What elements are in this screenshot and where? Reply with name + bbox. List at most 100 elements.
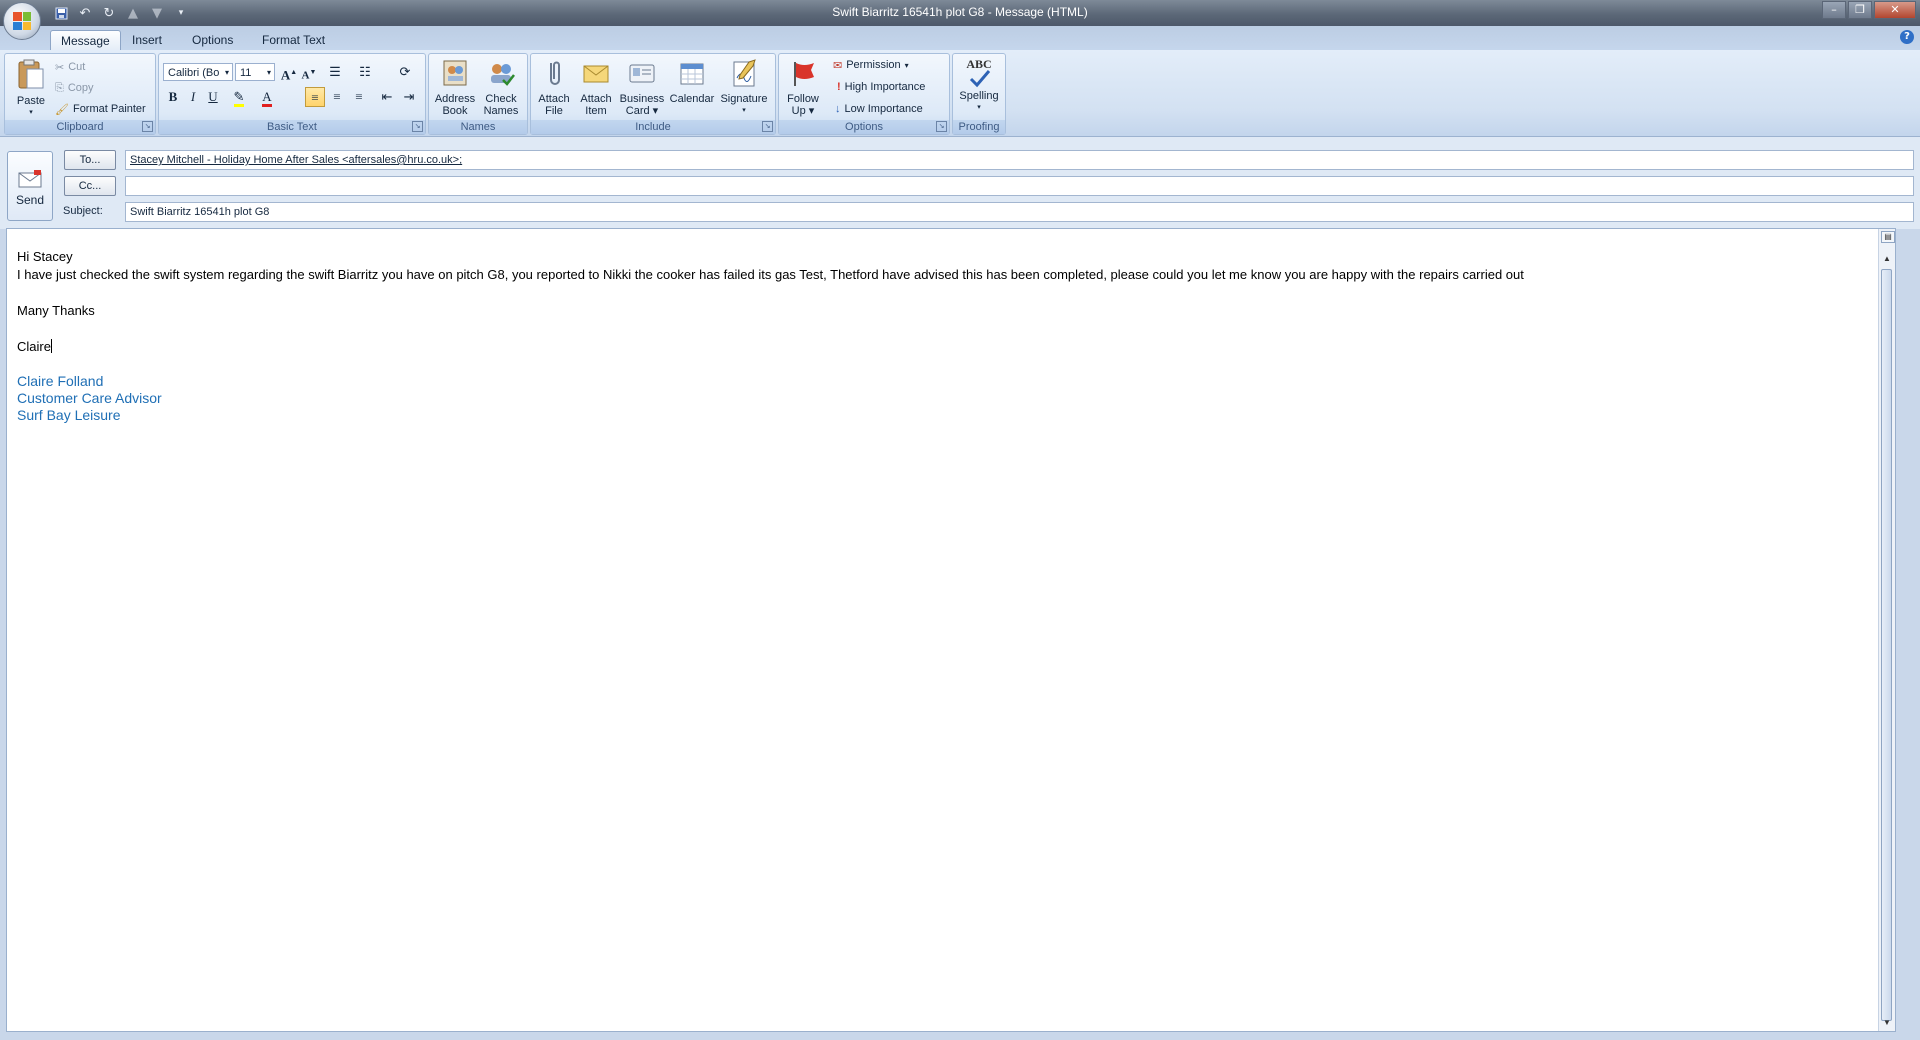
attach-item-button[interactable]: Attach Item bbox=[575, 58, 617, 117]
scroll-up-icon[interactable]: ▲ bbox=[1881, 253, 1893, 265]
include-group-label: Include bbox=[531, 120, 775, 134]
clipboard-dialog-launcher[interactable]: ↘ bbox=[142, 121, 153, 132]
office-logo-icon bbox=[13, 12, 31, 30]
basic-text-group: Calibri (Bo ▾ 11 ▾ A▲ A▼ ☰ ☷ ⟳ B I U ✎ A… bbox=[158, 53, 426, 135]
align-center-button[interactable]: ≡ bbox=[327, 87, 347, 107]
numbered-list-icon: ☷ bbox=[359, 64, 371, 79]
sign-off-line: Claire bbox=[17, 339, 52, 354]
down-arrow-icon: ↓ bbox=[835, 103, 841, 115]
signature-icon bbox=[733, 59, 756, 87]
greeting-text: Hi Stacey bbox=[17, 249, 73, 264]
copy-button[interactable]: ⎘ Copy bbox=[55, 79, 94, 97]
red-flag-icon bbox=[794, 62, 814, 86]
attach-file-button[interactable]: Attach File bbox=[533, 58, 575, 117]
shrink-font-button[interactable]: A▼ bbox=[299, 62, 319, 82]
align-right-button[interactable]: ≡ bbox=[349, 87, 369, 107]
align-left-button[interactable]: ≡ bbox=[305, 87, 325, 107]
check-names-icon bbox=[491, 64, 515, 86]
align-right-icon: ≡ bbox=[355, 89, 363, 104]
styles-icon: ⟳ bbox=[399, 64, 411, 79]
increase-indent-icon: ⇥ bbox=[403, 89, 415, 104]
proofing-group: ABC Spelling ▾ Proofing bbox=[952, 53, 1006, 135]
address-book-icon bbox=[443, 60, 467, 86]
send-button[interactable]: Send bbox=[7, 151, 53, 221]
scrollbar-thumb[interactable] bbox=[1881, 269, 1892, 1021]
options-group: Follow Up ▾ ✉ Permission ▾ ! High Import… bbox=[778, 53, 950, 135]
calendar-icon bbox=[680, 63, 704, 85]
sign-off-text: Claire bbox=[17, 339, 51, 354]
signature-button[interactable]: Signature ▾ bbox=[717, 58, 771, 117]
copy-icon: ⎘ bbox=[55, 81, 64, 94]
clipboard-group: Paste ▾ ✂ Cut ⎘ Copy 🖌 Format Painter Clipb… bbox=[4, 53, 156, 135]
cc-button[interactable]: Cc... bbox=[64, 176, 116, 196]
follow-up-button[interactable]: Follow Up ▾ bbox=[781, 58, 825, 117]
numbering-button[interactable]: ☷ bbox=[355, 62, 375, 82]
clipboard-group-label: Clipboard bbox=[5, 120, 155, 134]
tab-message[interactable]: Message bbox=[50, 30, 121, 51]
calendar-button[interactable]: Calendar bbox=[667, 58, 717, 105]
office-button[interactable] bbox=[3, 2, 41, 40]
options-dialog-launcher[interactable]: ↘ bbox=[936, 121, 947, 132]
check-names-button[interactable]: Check Names bbox=[479, 58, 523, 117]
tab-insert[interactable]: Insert bbox=[122, 30, 172, 50]
highlight-button[interactable]: ✎ bbox=[229, 87, 249, 107]
send-envelope-icon bbox=[18, 170, 42, 188]
font-size-box[interactable]: 11 ▾ bbox=[235, 63, 275, 81]
styles-button[interactable]: ⟳ bbox=[395, 62, 415, 82]
restore-button[interactable]: ❐ bbox=[1848, 1, 1872, 19]
paste-button[interactable]: Paste ▾ bbox=[11, 58, 51, 119]
grow-font-button[interactable]: A▲ bbox=[279, 62, 299, 82]
title-bar: ↶ ↻ ▲ ▼ ▾ Swift Biarritz 16541h plot G8 … bbox=[0, 0, 1920, 26]
subject-field[interactable]: Swift Biarritz 16541h plot G8 bbox=[125, 202, 1914, 222]
high-importance-button[interactable]: ! High Importance bbox=[837, 78, 925, 96]
format-painter-icon: 🖌 bbox=[55, 103, 69, 116]
vertical-scrollbar[interactable]: ▤ ▲ ▼ bbox=[1878, 229, 1895, 1031]
font-color-button[interactable]: A bbox=[257, 87, 277, 107]
bullets-button[interactable]: ☰ bbox=[325, 62, 345, 82]
to-button[interactable]: To... bbox=[64, 150, 116, 170]
window-title: Swift Biarritz 16541h plot G8 - Message … bbox=[832, 5, 1088, 19]
cut-button[interactable]: ✂ Cut bbox=[55, 58, 85, 76]
address-book-button[interactable]: Address Book bbox=[433, 58, 477, 117]
proofing-group-label: Proofing bbox=[953, 120, 1005, 134]
names-group: Address Book Check Names Names bbox=[428, 53, 528, 135]
include-dialog-launcher[interactable]: ↘ bbox=[762, 121, 773, 132]
bold-button[interactable]: B bbox=[163, 87, 183, 107]
envelope-icon bbox=[583, 65, 609, 83]
ruler-toggle-icon[interactable]: ▤ bbox=[1881, 231, 1895, 243]
message-body[interactable]: Hi Stacey I have just checked the swift … bbox=[6, 228, 1896, 1032]
include-group: Attach File Attach Item Business Card ▾ … bbox=[530, 53, 776, 135]
minimize-button[interactable]: – bbox=[1822, 1, 1846, 19]
permission-button[interactable]: ✉ Permission ▾ bbox=[833, 56, 909, 74]
underline-button[interactable]: U bbox=[203, 87, 223, 107]
recipient-address[interactable]: Stacey Mitchell - Holiday Home After Sal… bbox=[130, 154, 462, 166]
font-name-box[interactable]: Calibri (Bo ▾ bbox=[163, 63, 233, 81]
to-field[interactable]: Stacey Mitchell - Holiday Home After Sal… bbox=[125, 150, 1914, 170]
exclamation-icon: ! bbox=[837, 81, 841, 93]
spelling-button[interactable]: ABC Spelling ▾ bbox=[955, 58, 1003, 114]
tab-format-text[interactable]: Format Text bbox=[252, 30, 335, 50]
scroll-down-icon[interactable]: ▼ bbox=[1881, 1017, 1893, 1029]
decrease-indent-button[interactable]: ⇤ bbox=[377, 87, 397, 107]
signature-company: Surf Bay Leisure bbox=[17, 407, 121, 423]
highlighter-icon: ✎ bbox=[233, 89, 245, 107]
increase-indent-button[interactable]: ⇥ bbox=[399, 87, 419, 107]
help-icon[interactable]: ? bbox=[1900, 30, 1914, 44]
italic-button[interactable]: I bbox=[183, 87, 203, 107]
decrease-indent-icon: ⇤ bbox=[381, 89, 393, 104]
format-painter-button[interactable]: 🖌 Format Painter bbox=[55, 100, 146, 118]
names-group-label: Names bbox=[429, 120, 527, 134]
close-button[interactable]: ✕ bbox=[1874, 1, 1916, 19]
closing-text: Many Thanks bbox=[17, 303, 95, 318]
scissors-icon: ✂ bbox=[55, 61, 65, 74]
align-left-icon: ≡ bbox=[311, 90, 319, 105]
spelling-icon: ABC bbox=[963, 58, 995, 88]
cc-field[interactable] bbox=[125, 176, 1914, 196]
tab-options[interactable]: Options bbox=[182, 30, 243, 50]
font-color-icon: A bbox=[262, 89, 272, 107]
business-card-button[interactable]: Business Card ▾ bbox=[617, 58, 667, 117]
basic-text-dialog-launcher[interactable]: ↘ bbox=[412, 121, 423, 132]
options-group-label: Options bbox=[779, 120, 949, 134]
low-importance-button[interactable]: ↓ Low Importance bbox=[835, 100, 923, 118]
basic-text-group-label: Basic Text bbox=[159, 120, 425, 134]
